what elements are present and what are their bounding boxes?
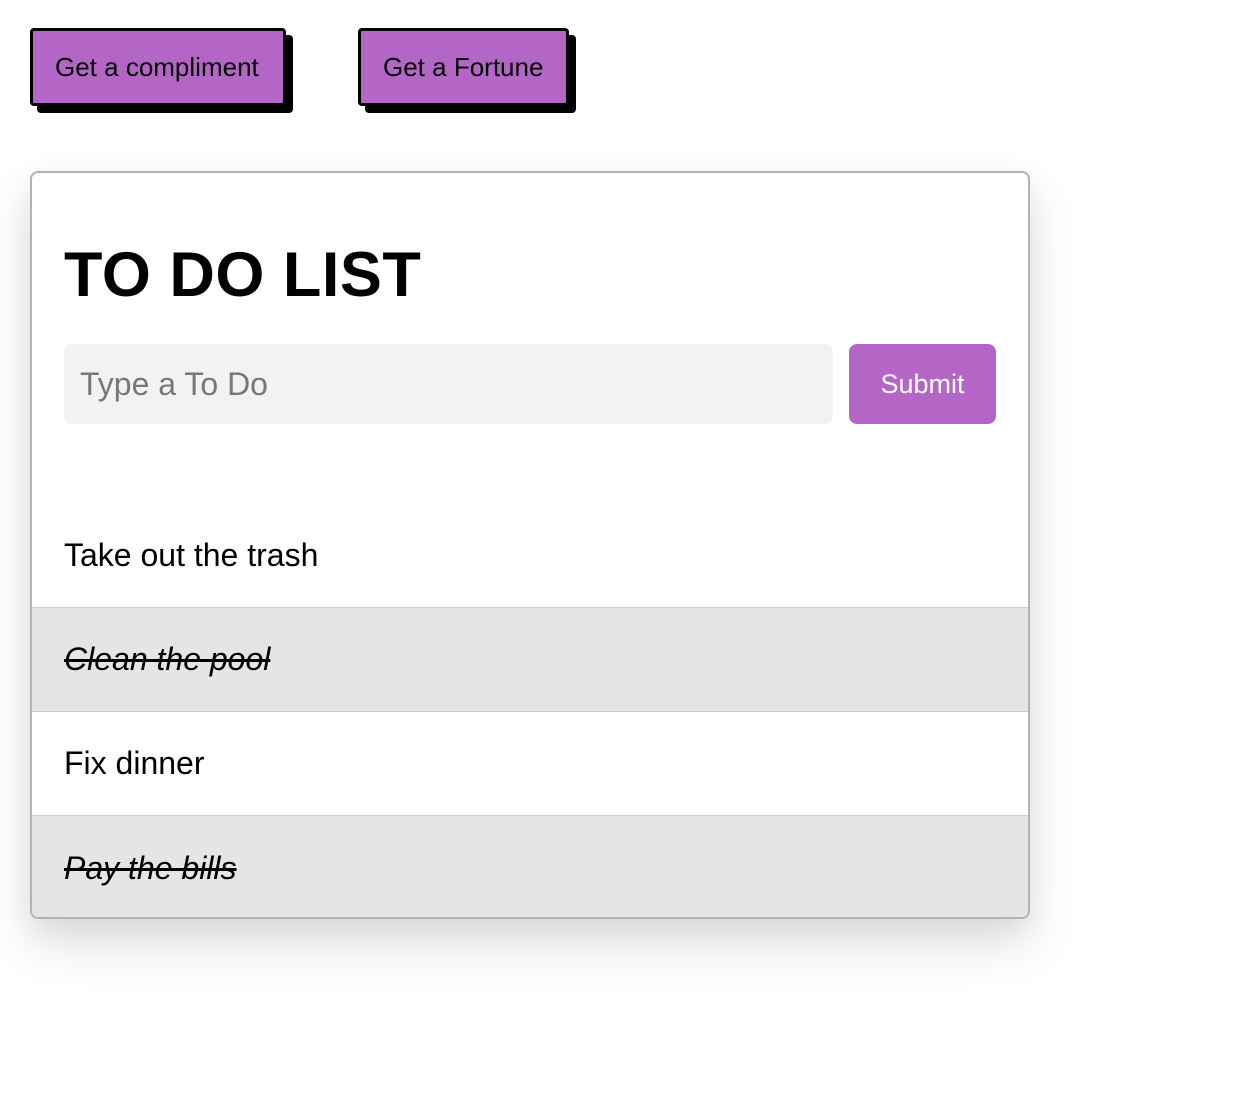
todo-list: Take out the trash Clean the pool Fix di… <box>32 504 1028 917</box>
get-compliment-button[interactable]: Get a compliment <box>30 28 286 106</box>
todo-card: TO DO LIST Submit Take out the trash Cle… <box>30 171 1030 919</box>
top-button-bar: Get a compliment Get a Fortune <box>30 28 569 106</box>
todo-item[interactable]: Fix dinner <box>32 712 1028 816</box>
todo-item[interactable]: Pay the bills <box>32 816 1028 917</box>
todo-item[interactable]: Clean the pool <box>32 608 1028 712</box>
todo-title: TO DO LIST <box>64 240 422 310</box>
todo-input[interactable] <box>64 344 833 424</box>
submit-button[interactable]: Submit <box>849 344 996 424</box>
get-fortune-button[interactable]: Get a Fortune <box>358 28 569 106</box>
todo-item[interactable]: Take out the trash <box>32 504 1028 608</box>
todo-form: Submit <box>64 344 996 424</box>
